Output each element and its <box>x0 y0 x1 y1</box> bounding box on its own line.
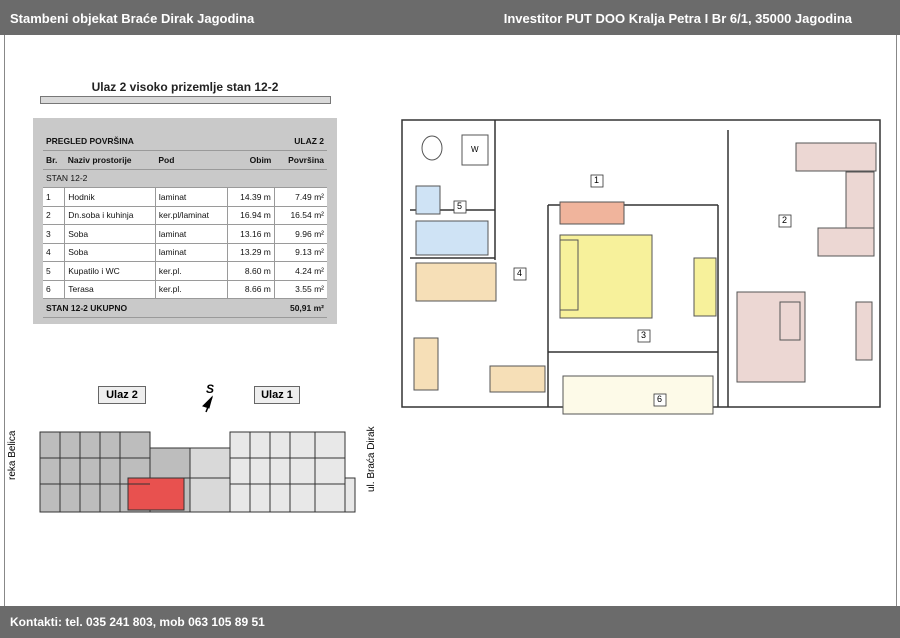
north-arrow <box>202 395 213 413</box>
entrance-1-label: Ulaz 1 <box>254 386 300 404</box>
street-right-label: ul. Braća Dirak <box>366 426 377 492</box>
north-label: S <box>206 382 215 396</box>
apartment-highlight <box>127 477 185 511</box>
room-number-5: 5 <box>457 201 463 211</box>
room-number-6: 6 <box>657 394 663 404</box>
room-number-4: 4 <box>517 268 523 278</box>
room-number-1: 1 <box>594 175 600 185</box>
wc-label: W <box>471 145 479 154</box>
entrance-2-label: Ulaz 2 <box>98 386 146 404</box>
floor-plan-drawing <box>39 119 881 513</box>
site-plan <box>39 431 356 513</box>
street-left-label: reka Belica <box>7 430 18 480</box>
contact-info: Kontakti: tel. 035 241 803, mob 063 105 … <box>10 615 265 629</box>
footer-bar: Kontakti: tel. 035 241 803, mob 063 105 … <box>0 606 900 638</box>
room-number-2: 2 <box>782 215 788 225</box>
room-number-3: 3 <box>641 330 647 340</box>
